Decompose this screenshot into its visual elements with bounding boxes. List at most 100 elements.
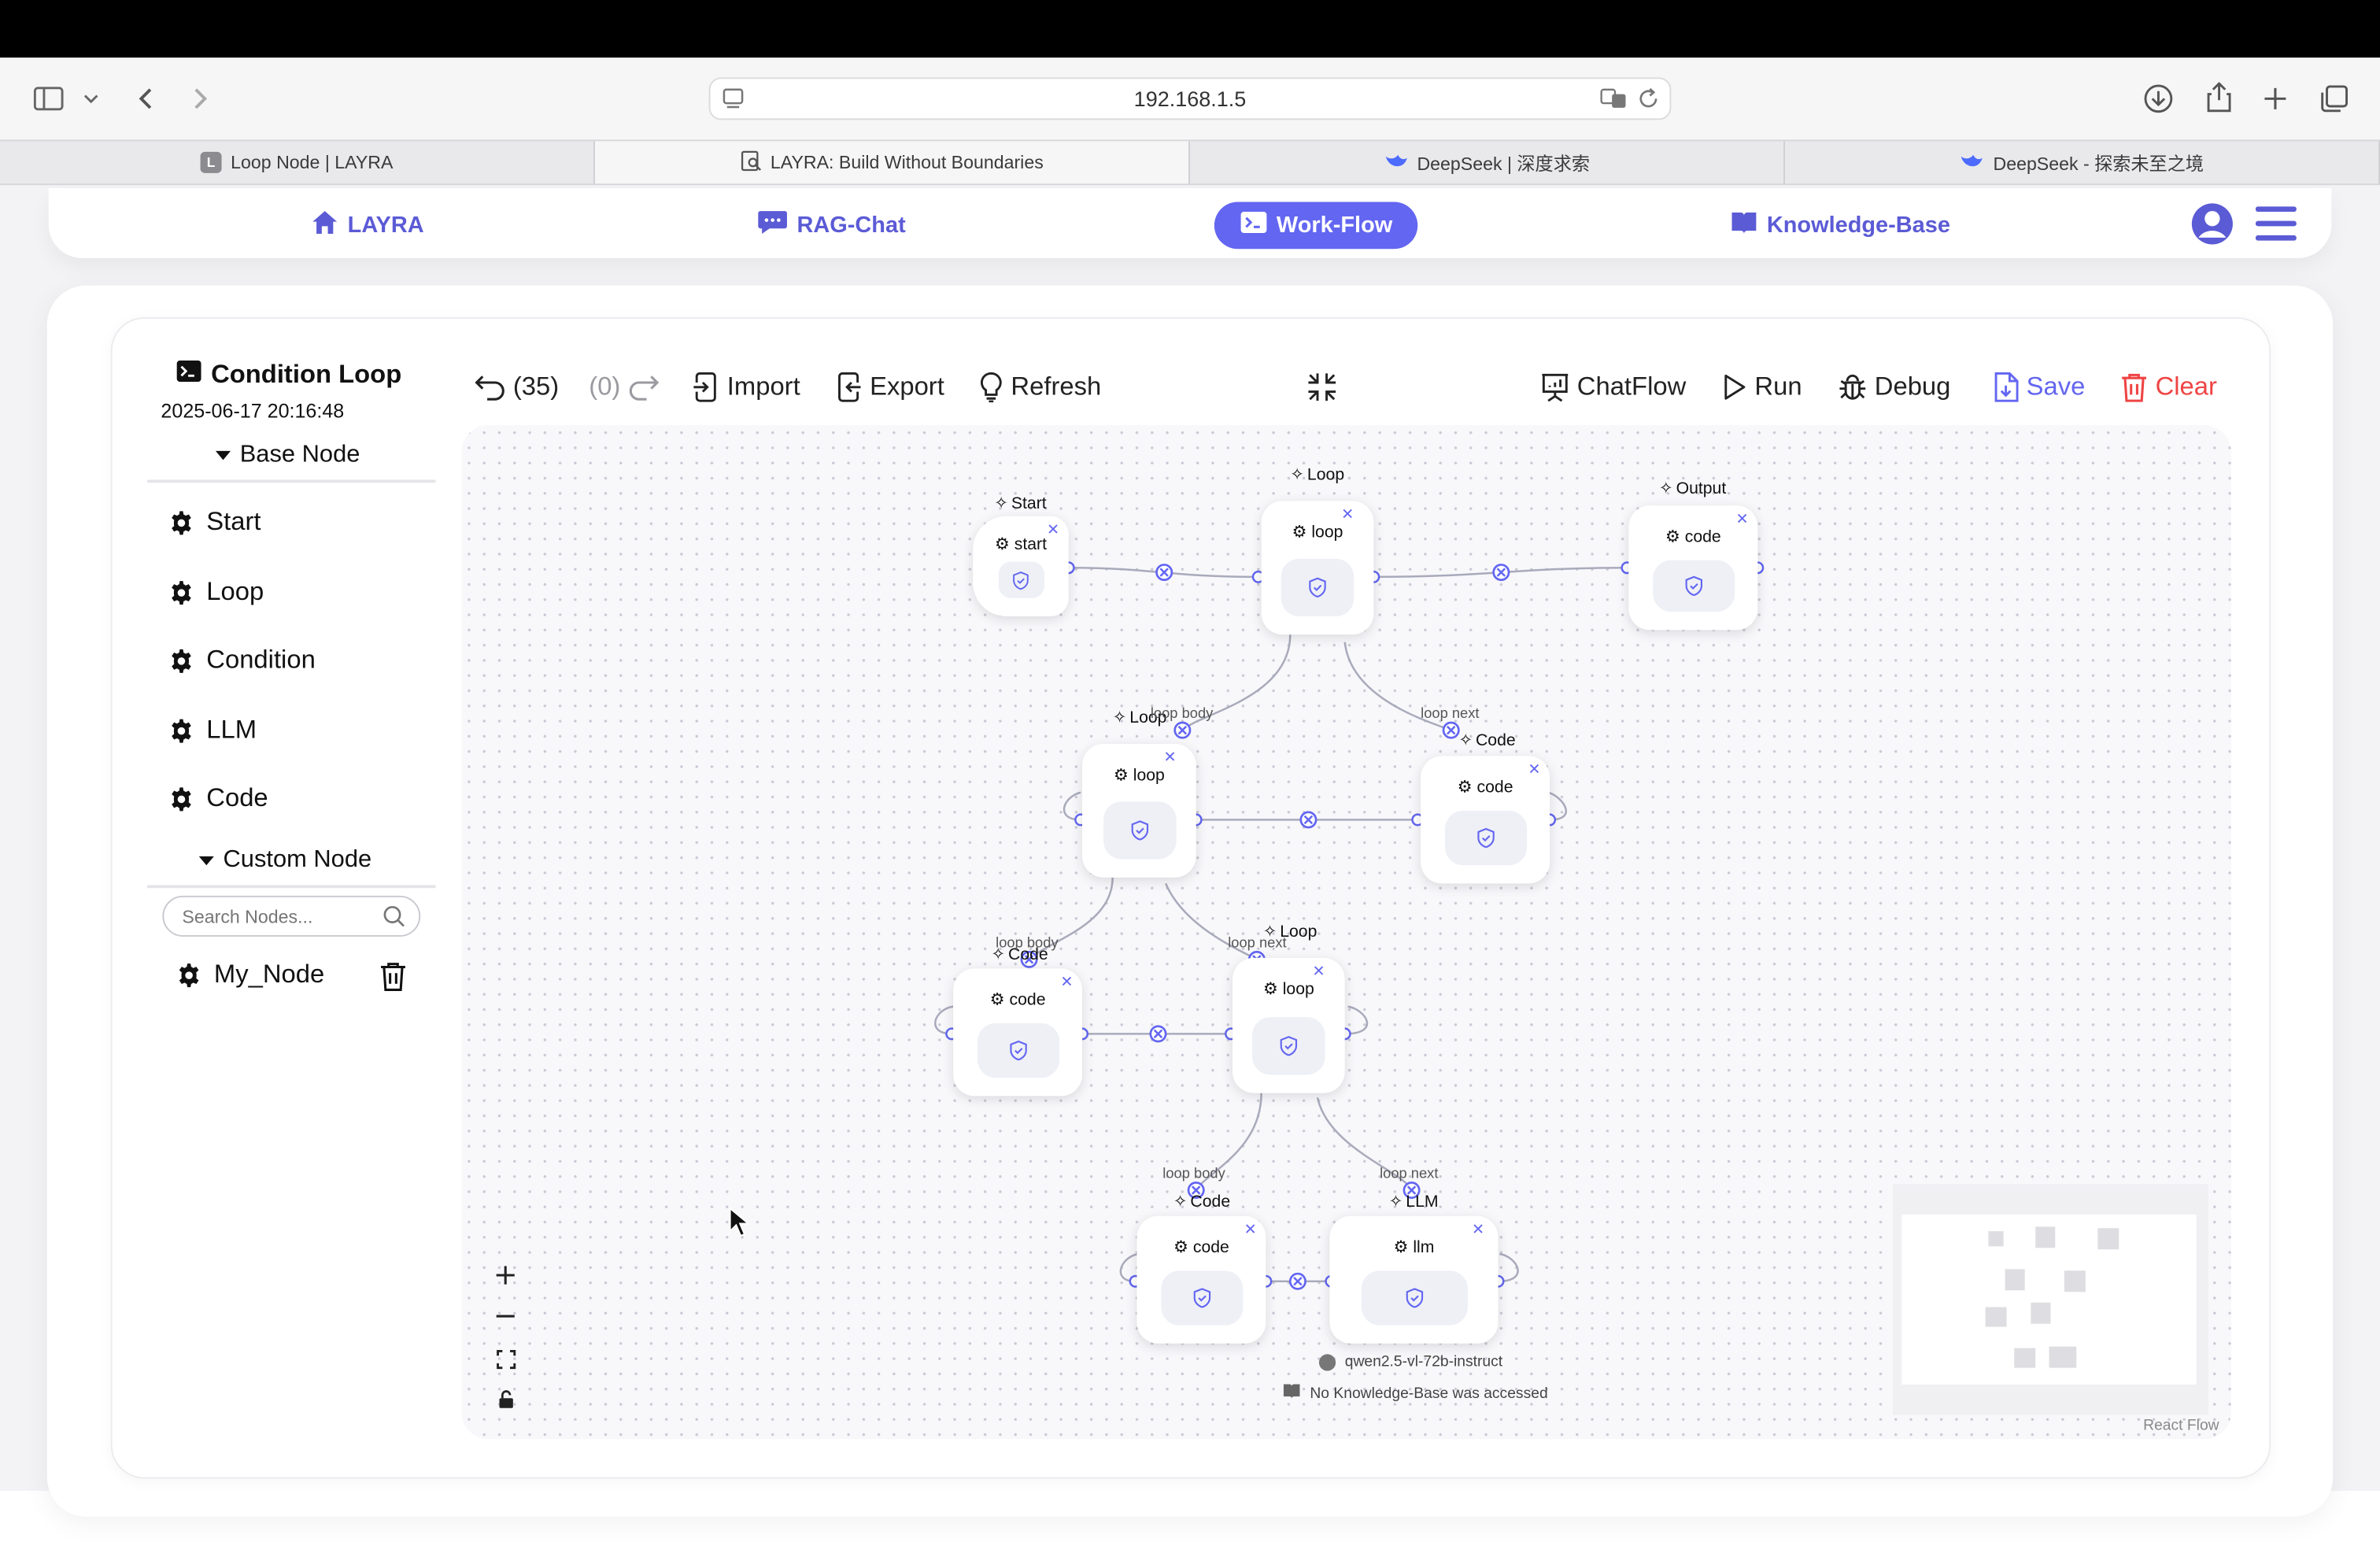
save-button[interactable]: Save <box>1993 369 2085 405</box>
address-bar[interactable]: 192.168.1.5 <box>708 77 1672 120</box>
close-icon[interactable]: ✕ <box>1528 762 1540 779</box>
node-label-text: llm <box>1413 1237 1435 1256</box>
terminal-icon <box>1240 211 1268 240</box>
chevron-down-icon[interactable] <box>80 85 102 113</box>
flow-node-loop[interactable]: ✕ ⚙ loop <box>1232 957 1345 1093</box>
download-icon[interactable] <box>2142 82 2175 115</box>
workflow-title[interactable]: Condition Loop <box>176 360 402 390</box>
trash-icon[interactable] <box>379 961 410 993</box>
close-icon[interactable]: ✕ <box>1312 964 1325 981</box>
close-icon[interactable]: ✕ <box>1060 975 1073 991</box>
close-icon[interactable]: ✕ <box>1736 512 1749 528</box>
fit-view-icon[interactable] <box>489 1342 522 1375</box>
reload-icon[interactable] <box>1636 87 1661 116</box>
search-nodes-field[interactable] <box>182 903 377 931</box>
caret-down-icon <box>198 847 214 875</box>
collapse-icon[interactable] <box>1306 372 1339 403</box>
flow-node-output[interactable]: ✕ ⚙ code <box>1628 505 1758 631</box>
node-type-label: Start <box>206 507 261 536</box>
nav-label: Knowledge-Base <box>1766 212 1950 239</box>
base-node-code[interactable]: Code <box>168 783 268 814</box>
tab-deepseek-1[interactable]: DeepSeek | 深度求索 <box>1190 141 1785 184</box>
edge-label: loop body <box>996 934 1059 952</box>
shield-icon <box>1160 1270 1243 1326</box>
gear-icon <box>172 580 191 605</box>
redo-button[interactable]: (0) <box>589 369 659 405</box>
run-button[interactable]: Run <box>1723 369 1802 405</box>
flow-node-loop[interactable]: ✕ ⚙ loop <box>1261 501 1374 635</box>
clear-button[interactable]: Clear <box>2120 369 2217 405</box>
minimap-node <box>2031 1302 2051 1324</box>
back-arrow-icon[interactable] <box>131 82 161 115</box>
close-icon[interactable]: ✕ <box>1244 1222 1257 1238</box>
node-label-text: code <box>1009 990 1046 1009</box>
chatflow-button[interactable]: ChatFlow <box>1540 369 1686 405</box>
base-node-llm[interactable]: LLM <box>168 715 257 745</box>
forward-arrow-icon[interactable] <box>185 82 216 115</box>
zoom-out-icon[interactable] <box>489 1300 522 1333</box>
node-type-label: Code <box>206 783 268 812</box>
flow-node-start[interactable]: ✕ ⚙ start <box>973 516 1069 616</box>
node-title-text: Code <box>1475 730 1516 749</box>
node-title-loop: ✧ Loop <box>1290 464 1344 484</box>
node-title-text: Start <box>1011 494 1047 512</box>
node-type-label: Condition <box>206 645 316 675</box>
run-label: Run <box>1754 372 1802 401</box>
node-type-label: LLM <box>206 715 257 744</box>
close-icon[interactable]: ✕ <box>1341 507 1354 523</box>
hamburger-menu-icon[interactable] <box>2255 206 2297 241</box>
tab-deepseek-2[interactable]: DeepSeek - 探索未至之境 <box>1785 141 2380 184</box>
export-button[interactable]: Export <box>835 369 944 405</box>
translate-icon[interactable] <box>1600 87 1628 116</box>
minimap-node <box>1985 1307 2007 1327</box>
gear-icon <box>172 648 191 672</box>
close-icon[interactable]: ✕ <box>1472 1222 1484 1238</box>
url-text: 192.168.1.5 <box>1133 86 1247 111</box>
refresh-button[interactable]: Refresh <box>979 369 1101 405</box>
nav-work-flow[interactable]: Work-Flow <box>1214 202 1419 250</box>
import-button[interactable]: Import <box>692 369 800 405</box>
tab-layra-build[interactable]: LAYRA: Build Without Boundaries <box>594 141 1190 184</box>
tab-title: Loop Node | LAYRA <box>231 151 394 173</box>
base-node-loop[interactable]: Loop <box>168 577 264 608</box>
node-title-text: LLM <box>1406 1192 1439 1211</box>
trash-icon <box>2122 373 2146 402</box>
tab-loop-node[interactable]: L Loop Node | LAYRA <box>0 141 595 184</box>
nav-rag-chat[interactable]: RAG-Chat <box>757 202 906 249</box>
debug-button[interactable]: Debug <box>1838 369 1950 405</box>
zoom-in-icon[interactable] <box>489 1259 522 1292</box>
search-nodes-input[interactable] <box>162 895 421 937</box>
tab-overview-icon[interactable] <box>2318 82 2351 115</box>
nav-label: LAYRA <box>347 212 424 239</box>
custom-node-my-node[interactable]: My_Node <box>176 960 324 990</box>
flow-node-code[interactable]: ✕ ⚙ code <box>953 968 1083 1097</box>
nav-knowledge-base[interactable]: Knowledge-Base <box>1731 202 1950 249</box>
tab-bar: L Loop Node | LAYRA LAYRA: Build Without… <box>0 139 2380 186</box>
flow-node-llm[interactable]: ✕ ⚙ llm <box>1329 1215 1499 1344</box>
close-icon[interactable]: ✕ <box>1163 750 1176 767</box>
node-label-text: code <box>1684 527 1721 546</box>
flow-node-loop[interactable]: ✕ ⚙ loop <box>1082 743 1196 878</box>
flow-node-code[interactable]: ✕ ⚙ code <box>1136 1215 1266 1344</box>
base-node-header[interactable]: Base Node <box>215 442 360 469</box>
base-node-start[interactable]: Start <box>168 507 261 538</box>
nav-layra[interactable]: LAYRA <box>311 202 424 249</box>
node-label-text: loop <box>1311 523 1343 542</box>
flow-node-code[interactable]: ✕ ⚙ code <box>1421 756 1550 884</box>
page-settings-icon[interactable] <box>722 88 744 114</box>
chat-bubble-icon <box>757 209 788 241</box>
share-icon[interactable] <box>2202 79 2235 115</box>
minimap-node <box>2097 1228 2119 1250</box>
react-flow-attribution[interactable]: React Flow <box>2143 1418 2219 1434</box>
base-node-condition[interactable]: Condition <box>168 645 316 676</box>
undo-button[interactable]: (35) <box>475 369 559 405</box>
book-icon <box>1283 1383 1301 1404</box>
sparkle-icon: ✧ <box>994 494 1008 513</box>
caret-down-icon <box>215 442 231 469</box>
user-avatar-icon[interactable] <box>2190 202 2234 246</box>
lock-icon[interactable] <box>489 1381 522 1415</box>
new-tab-icon[interactable] <box>2259 82 2292 115</box>
custom-node-header[interactable]: Custom Node <box>198 847 371 875</box>
sidebar-toggle-icon[interactable] <box>31 82 67 115</box>
search-icon[interactable] <box>382 904 405 935</box>
